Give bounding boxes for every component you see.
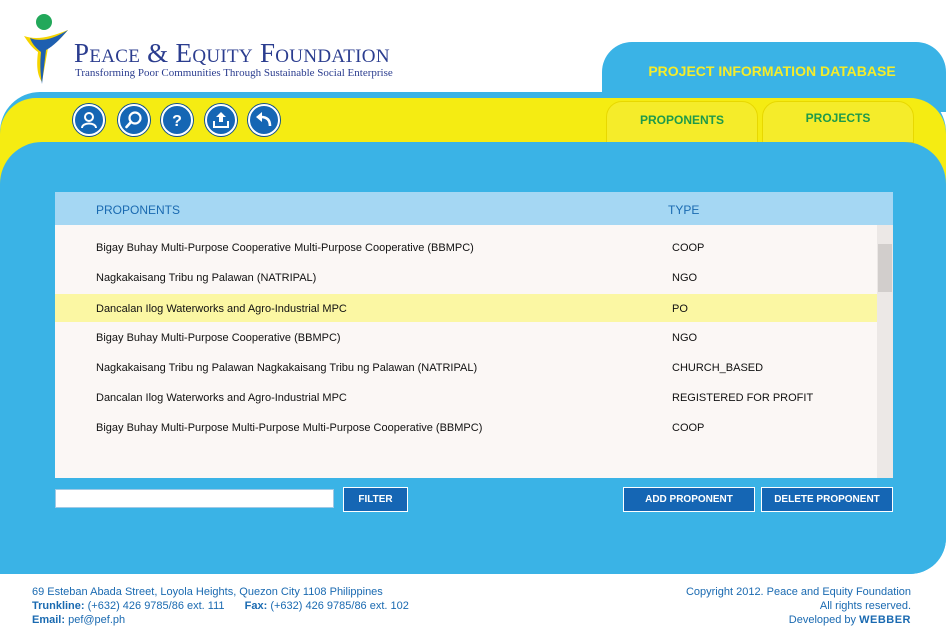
- table-row[interactable]: Bigay Buhay Multi-Purpose Cooperative (B…: [55, 323, 877, 351]
- search-icon[interactable]: [118, 104, 150, 136]
- filter-input[interactable]: [55, 489, 334, 508]
- footer-copyright: Copyright 2012. Peace and Equity Foundat…: [686, 585, 911, 627]
- foundation-logo: [24, 14, 68, 84]
- footer-phone-line: Trunkline: (+632) 426 9785/86 ext. 111 F…: [32, 599, 409, 613]
- proponent-name: Bigay Buhay Multi-Purpose Multi-Purpose …: [96, 422, 483, 434]
- add-proponent-button[interactable]: ADD PROPONENT: [623, 487, 755, 512]
- table-row[interactable]: Dancalan Ilog Waterworks and Agro-Indust…: [55, 383, 877, 411]
- table-row[interactable]: Nagkakaisang Tribu ng Palawan (NATRIPAL)…: [55, 263, 877, 291]
- back-icon[interactable]: [248, 104, 280, 136]
- delete-proponent-button[interactable]: DELETE PROPONENT: [761, 487, 893, 512]
- proponent-type: REGISTERED FOR PROFIT: [672, 392, 814, 404]
- table-row-selected[interactable]: Dancalan Ilog Waterworks and Agro-Indust…: [55, 294, 877, 322]
- proponent-type: NGO: [672, 272, 698, 284]
- developer-name[interactable]: WEBBER: [859, 614, 911, 626]
- proponent-type: CHURCH_BASED: [672, 362, 764, 374]
- user-icon[interactable]: [73, 104, 105, 136]
- help-icon[interactable]: ?: [161, 104, 193, 136]
- email-label: Email:: [32, 614, 66, 626]
- proponent-name: Nagkakaisang Tribu ng Palawan (NATRIPAL): [96, 272, 317, 284]
- developer-line: Developed by WEBBER: [686, 613, 911, 627]
- filter-button[interactable]: FILTER: [343, 487, 408, 512]
- db-title: PROJECT INFORMATION DATABASE: [648, 63, 896, 79]
- table-row[interactable]: Bigay Buhay Multi-Purpose Cooperative Mu…: [55, 233, 877, 261]
- table-row[interactable]: Nagkakaisang Tribu ng Palawan Nagkakaisa…: [55, 353, 877, 381]
- proponent-name: Bigay Buhay Multi-Purpose Cooperative Mu…: [96, 242, 474, 254]
- proponent-name: Dancalan Ilog Waterworks and Agro-Indust…: [96, 303, 347, 315]
- fax-value: (+632) 426 9785/86 ext. 102: [270, 600, 409, 612]
- svg-text:?: ?: [172, 113, 182, 130]
- brand-name: Peace & Equity Foundation: [74, 38, 390, 68]
- tab-proponents[interactable]: PROPONENTS: [606, 101, 758, 143]
- developed-by-text: Developed by: [788, 614, 857, 626]
- copyright-text: Copyright 2012. Peace and Equity Foundat…: [685, 586, 911, 598]
- brand-tagline: Transforming Poor Communities Through Su…: [75, 67, 393, 79]
- footer-contact: 69 Esteban Abada Street, Loyola Heights,…: [32, 585, 409, 627]
- table-row[interactable]: Bigay Buhay Multi-Purpose Multi-Purpose …: [55, 413, 877, 441]
- proponent-name: Bigay Buhay Multi-Purpose Cooperative (B…: [96, 332, 341, 344]
- trunkline-label: Trunkline:: [32, 600, 85, 612]
- proponent-type: NGO: [672, 332, 698, 344]
- trunkline-value: (+632) 426 9785/86 ext. 111: [87, 600, 225, 612]
- tab-projects[interactable]: PROJECTS: [762, 101, 914, 143]
- footer-email-line: Email: pef@pef.ph: [32, 613, 409, 627]
- column-header-proponents[interactable]: PROPONENTS: [96, 203, 180, 217]
- proponents-table: PROPONENTS TYPE Bigay Buhay Multi-Purpos…: [55, 192, 893, 478]
- footer-address: 69 Esteban Abada Street, Loyola Heights,…: [32, 586, 383, 598]
- column-header-type[interactable]: TYPE: [668, 203, 699, 217]
- table-header: PROPONENTS TYPE: [55, 192, 893, 225]
- proponent-type: PO: [672, 303, 688, 315]
- fax-label: Fax:: [244, 600, 268, 612]
- proponent-name: Dancalan Ilog Waterworks and Agro-Indust…: [96, 392, 347, 404]
- email-link[interactable]: pef@pef.ph: [68, 614, 125, 626]
- proponent-name: Nagkakaisang Tribu ng Palawan Nagkakaisa…: [96, 362, 478, 374]
- table-scrollbar-thumb[interactable]: [878, 244, 892, 292]
- upload-icon[interactable]: [205, 104, 237, 136]
- rights-text: All rights reserved.: [819, 600, 911, 612]
- proponent-type: COOP: [672, 242, 705, 254]
- tab-projects-label: PROJECTS: [805, 111, 871, 125]
- tab-proponents-label: PROPONENTS: [639, 113, 724, 127]
- proponent-type: COOP: [672, 422, 705, 434]
